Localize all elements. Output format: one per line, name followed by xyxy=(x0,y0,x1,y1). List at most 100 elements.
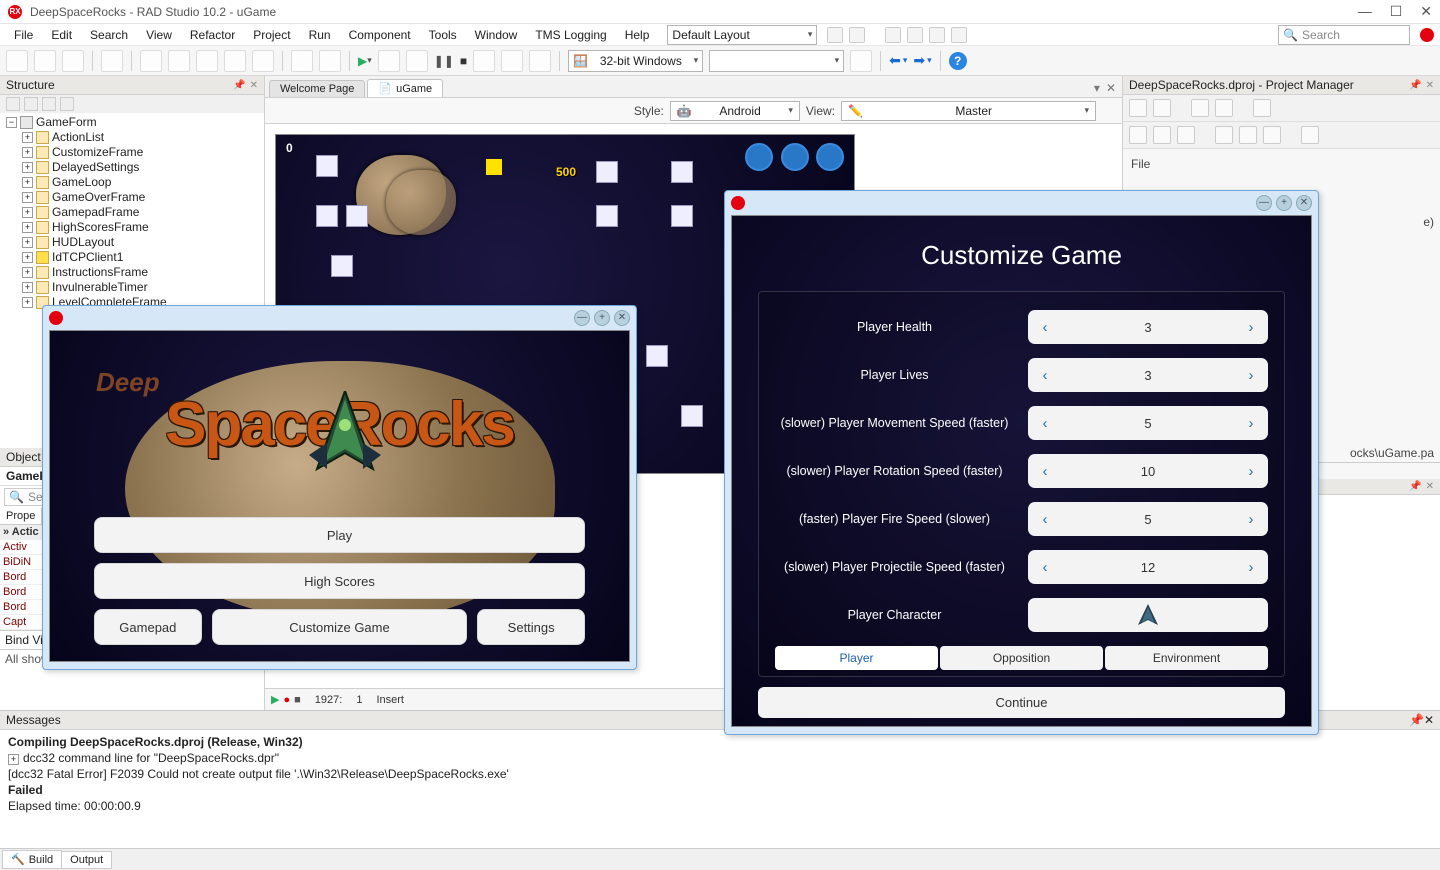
highscores-button[interactable]: High Scores xyxy=(94,563,585,599)
maximize-icon[interactable]: + xyxy=(594,310,610,326)
component-icon[interactable] xyxy=(681,405,703,427)
toolbar-button[interactable] xyxy=(101,50,123,72)
menu-window[interactable]: Window xyxy=(467,26,526,44)
chevron-right-icon[interactable]: › xyxy=(1234,511,1268,528)
toolbar-button[interactable] xyxy=(252,50,274,72)
tool-icon[interactable] xyxy=(60,97,74,111)
component-icon[interactable] xyxy=(346,205,368,227)
customize-game-window[interactable]: —+✕ Customize Game Player Health‹3›Playe… xyxy=(724,190,1319,735)
pm-tool-icon[interactable] xyxy=(1263,126,1281,144)
minimize-icon[interactable]: — xyxy=(574,310,590,326)
toolbar-icon[interactable] xyxy=(907,27,923,43)
expand-icon[interactable]: + xyxy=(8,754,19,765)
setting-stepper[interactable]: ‹3› xyxy=(1028,358,1268,392)
oi-prop-name[interactable]: BiDiN xyxy=(0,555,40,569)
float-titlebar[interactable]: —+✕ xyxy=(725,191,1318,215)
chevron-left-icon[interactable]: ‹ xyxy=(1028,415,1062,432)
component-icon[interactable] xyxy=(671,161,693,183)
component-icon[interactable] xyxy=(316,155,338,177)
nav-fwd-button[interactable]: ➡▾ xyxy=(913,52,931,69)
component-icon[interactable] xyxy=(316,205,338,227)
expand-icon[interactable]: + xyxy=(22,267,33,278)
close-icon[interactable]: ✕ xyxy=(1424,713,1434,727)
menu-help[interactable]: Help xyxy=(617,26,658,44)
tab-build[interactable]: 🔨Build xyxy=(2,850,62,869)
tool-icon[interactable] xyxy=(6,97,20,111)
platform-dropdown[interactable]: 🪟32-bit Windows▾ xyxy=(568,50,703,72)
close-icon[interactable]: ✕ xyxy=(1426,481,1434,492)
oi-prop-name[interactable]: Activ xyxy=(0,540,40,554)
expand-icon[interactable]: + xyxy=(22,252,33,263)
component-icon[interactable] xyxy=(671,205,693,227)
pm-tool-icon[interactable] xyxy=(1301,126,1319,144)
tree-node[interactable]: +InvulnerableTimer xyxy=(20,280,264,295)
menu-search[interactable]: Search xyxy=(82,26,136,44)
player-character-selector[interactable] xyxy=(1028,598,1268,632)
layout-dropdown[interactable]: Default Layout▾ xyxy=(667,25,817,45)
setting-stepper[interactable]: ‹10› xyxy=(1028,454,1268,488)
toolbar-button[interactable] xyxy=(224,50,246,72)
help-icon[interactable]: ? xyxy=(949,52,967,70)
toolbar-button[interactable] xyxy=(291,50,313,72)
customize-tab-opposition[interactable]: Opposition xyxy=(940,646,1103,670)
chevron-left-icon[interactable]: ‹ xyxy=(1028,559,1062,576)
chevron-right-icon[interactable]: › xyxy=(1234,463,1268,480)
expand-icon[interactable]: + xyxy=(22,297,33,308)
tree-node[interactable]: +GameOverFrame xyxy=(20,190,264,205)
tab-output[interactable]: Output xyxy=(61,851,112,869)
expand-icon[interactable]: + xyxy=(22,192,33,203)
component-icon[interactable] xyxy=(596,161,618,183)
tab-welcome[interactable]: Welcome Page xyxy=(269,80,365,97)
component-icon[interactable] xyxy=(486,159,502,175)
search-input[interactable]: 🔍Search xyxy=(1278,25,1410,45)
chevron-right-icon[interactable]: › xyxy=(1234,559,1268,576)
close-icon[interactable]: ✕ xyxy=(614,310,630,326)
toolbar-button[interactable] xyxy=(406,50,428,72)
window-close-icon[interactable]: ✕ xyxy=(1420,3,1432,20)
pm-tool-icon[interactable] xyxy=(1239,126,1257,144)
customize-tab-environment[interactable]: Environment xyxy=(1105,646,1268,670)
tree-node[interactable]: +IdTCPClient1 xyxy=(20,250,264,265)
style-dropdown[interactable]: 🤖Android▾ xyxy=(670,101,800,121)
pm-tool-icon[interactable] xyxy=(1215,126,1233,144)
macro-stop-icon[interactable]: ■ xyxy=(294,694,301,706)
tree-node[interactable]: +GameLoop xyxy=(20,175,264,190)
collapse-icon[interactable]: − xyxy=(6,117,17,128)
toolbar-icon[interactable] xyxy=(951,27,967,43)
menu-view[interactable]: View xyxy=(138,26,180,44)
expand-icon[interactable]: + xyxy=(22,132,33,143)
tool-icon[interactable] xyxy=(42,97,56,111)
toolbar-button[interactable] xyxy=(62,50,84,72)
toolbar-button[interactable] xyxy=(850,50,872,72)
menu-tools[interactable]: Tools xyxy=(421,26,465,44)
game-mainmenu-window[interactable]: —+✕ Deep SpaceRocks Play High Scores Gam… xyxy=(42,305,637,670)
chevron-right-icon[interactable]: › xyxy=(1234,319,1268,336)
oi-prop-name[interactable]: Bord xyxy=(0,585,40,599)
toolbar-button[interactable] xyxy=(473,50,495,72)
setting-stepper[interactable]: ‹3› xyxy=(1028,310,1268,344)
oi-prop-header[interactable]: » Actic xyxy=(0,525,40,539)
tree-node[interactable]: +HUDLayout xyxy=(20,235,264,250)
component-icon[interactable] xyxy=(646,345,668,367)
customize-tab-player[interactable]: Player xyxy=(775,646,938,670)
messages-body[interactable]: Compiling DeepSpaceRocks.dproj (Release,… xyxy=(0,730,1440,848)
menu-edit[interactable]: Edit xyxy=(43,26,80,44)
pm-tool-icon[interactable] xyxy=(1215,99,1233,117)
stop-icon[interactable]: ■ xyxy=(460,54,467,68)
pm-tool-icon[interactable] xyxy=(1129,126,1147,144)
chevron-left-icon[interactable]: ‹ xyxy=(1028,367,1062,384)
expand-icon[interactable]: + xyxy=(22,237,33,248)
expand-icon[interactable]: + xyxy=(22,282,33,293)
tool-icon[interactable] xyxy=(24,97,38,111)
pm-tool-icon[interactable] xyxy=(1177,126,1195,144)
close-icon[interactable]: ✕ xyxy=(250,80,258,91)
pin-icon[interactable]: 📌 xyxy=(1409,80,1421,91)
close-icon[interactable]: ✕ xyxy=(1296,195,1312,211)
view-dropdown[interactable]: ✏️Master▾ xyxy=(841,101,1096,121)
component-icon[interactable] xyxy=(596,205,618,227)
minimize-icon[interactable]: — xyxy=(1256,195,1272,211)
setting-stepper[interactable]: ‹12› xyxy=(1028,550,1268,584)
toolbar-button[interactable] xyxy=(6,50,28,72)
menu-refactor[interactable]: Refactor xyxy=(182,26,243,44)
pm-tool-icon[interactable] xyxy=(1253,99,1271,117)
